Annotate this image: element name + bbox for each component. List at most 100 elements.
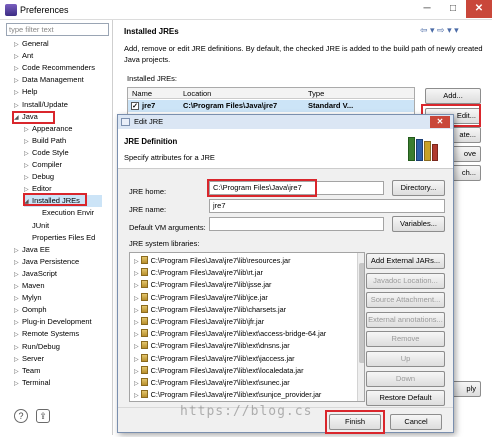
libraries-label: JRE system libraries: bbox=[129, 239, 200, 248]
watermark: https://blog.cs bbox=[180, 404, 313, 419]
library-item[interactable]: ▷ C:\Program Files\Java\jre7\lib\rt.jar bbox=[134, 267, 263, 279]
tree-item[interactable]: Properties Files Ed bbox=[24, 232, 95, 244]
tree-item-label: General bbox=[22, 39, 49, 48]
column-location[interactable]: Location bbox=[183, 89, 211, 98]
library-item[interactable]: ▷ C:\Program Files\Java\jre7\lib\ext\sunj… bbox=[134, 389, 321, 401]
tree-item[interactable]: ▷ Run/Debug bbox=[14, 341, 60, 353]
tree-item[interactable]: ▷ Plug-in Development bbox=[14, 316, 92, 328]
library-item[interactable]: ▷ C:\Program Files\Java\jre7\lib\ext\loca… bbox=[134, 365, 304, 377]
tree-item[interactable]: ▷ Terminal bbox=[14, 377, 50, 389]
tree-item-label: JUnit bbox=[32, 220, 50, 230]
expand-toggle-icon[interactable]: ▷ bbox=[134, 393, 139, 399]
import-icon[interactable]: ⇪ bbox=[36, 409, 50, 423]
tree-item[interactable]: ▷ Compiler bbox=[24, 159, 62, 171]
tree-item-label: Maven bbox=[22, 281, 45, 290]
library-item[interactable]: ▷ C:\Program Files\Java\jre7\lib\jsse.jar bbox=[134, 279, 271, 291]
nav-arrows-icon[interactable]: ⇦ ▾ ⇨ ▾ ▾ bbox=[420, 25, 459, 36]
expand-toggle-icon[interactable]: ▷ bbox=[134, 271, 139, 277]
tree-item[interactable]: ▷ Install/Update bbox=[14, 99, 68, 111]
row-name: jre7 bbox=[142, 101, 156, 110]
tree-item[interactable]: ▷ Code Recommenders bbox=[14, 62, 95, 74]
filter-input[interactable]: type filter text bbox=[6, 23, 109, 36]
tree-item-label: Data Management bbox=[22, 75, 84, 85]
directory-button[interactable]: Directory... bbox=[392, 180, 445, 196]
library-item[interactable]: ▷ C:\Program Files\Java\jre7\lib\ext\acce… bbox=[134, 328, 326, 340]
library-item[interactable]: ▷ C:\Program Files\Java\jre7\lib\jce.jar bbox=[134, 292, 268, 304]
expand-toggle-icon[interactable]: ▷ bbox=[134, 283, 139, 289]
expand-toggle-icon[interactable]: ▷ bbox=[134, 357, 139, 363]
tree-item[interactable]: ▷ Help bbox=[14, 86, 37, 98]
tree-item[interactable]: ▷ Ant bbox=[14, 50, 33, 62]
source-attachment-button[interactable]: Source Attachment... bbox=[366, 292, 445, 309]
tree-item[interactable]: ▷ Appearance bbox=[24, 123, 72, 135]
highlight-java bbox=[12, 111, 55, 124]
tree-item[interactable]: ▷ Team bbox=[14, 365, 40, 377]
expand-toggle-icon[interactable]: ▷ bbox=[134, 344, 139, 350]
expand-toggle-icon[interactable]: ▷ bbox=[134, 320, 139, 326]
column-type[interactable]: Type bbox=[308, 89, 324, 98]
table-header: Name Location Type bbox=[128, 88, 414, 99]
tree-item[interactable]: ▷ Data Management bbox=[14, 74, 84, 86]
column-name[interactable]: Name bbox=[132, 89, 152, 98]
jre-name-input[interactable]: jre7 bbox=[209, 199, 445, 213]
tree-item[interactable]: ▷ Java EE bbox=[14, 244, 50, 256]
add-external-jars-button[interactable]: Add External JARs... bbox=[366, 253, 445, 269]
tree-item[interactable]: ▷ Mylyn bbox=[14, 292, 42, 304]
tree-item[interactable]: ▷ Code Style bbox=[24, 147, 69, 159]
default-checkbox[interactable]: ✓ bbox=[131, 102, 139, 110]
library-item[interactable]: ▷ C:\Program Files\Java\jre7\lib\charsets… bbox=[134, 304, 286, 316]
library-item[interactable]: ▷ C:\Program Files\Java\jre7\lib\ext\jacc… bbox=[134, 353, 295, 365]
expand-toggle-icon[interactable]: ▷ bbox=[134, 259, 139, 265]
tree-item[interactable]: ▷ Build Path bbox=[24, 135, 66, 147]
up-button[interactable]: Up bbox=[366, 351, 445, 367]
jar-icon bbox=[140, 268, 148, 277]
javadoc-location-button[interactable]: Javadoc Location... bbox=[366, 272, 445, 289]
library-path: C:\Program Files\Java\jre7\lib\jce.jar bbox=[150, 292, 268, 302]
library-item[interactable]: ▷ C:\Program Files\Java\jre7\lib\ext\dnsn… bbox=[134, 340, 290, 352]
tree-item[interactable]: ▷ Java Persistence bbox=[14, 256, 79, 268]
dialog-close-button[interactable]: ✕ bbox=[430, 116, 450, 128]
tree-item[interactable]: ▷ General bbox=[14, 38, 49, 50]
tree-item[interactable]: ▷ Server bbox=[14, 353, 44, 365]
expand-toggle-icon[interactable]: ▷ bbox=[134, 381, 139, 387]
tree-item[interactable]: ▷ Maven bbox=[14, 280, 45, 292]
tree-item[interactable]: ▷ Debug bbox=[24, 171, 54, 183]
library-item[interactable]: ▷ C:\Program Files\Java\jre7\lib\resource… bbox=[134, 255, 291, 267]
library-item[interactable]: ▷ C:\Program Files\Java\jre7\lib\ext\sune… bbox=[134, 377, 290, 389]
library-path: C:\Program Files\Java\jre7\lib\ext\jacce… bbox=[150, 353, 295, 363]
libraries-list[interactable]: ▷ C:\Program Files\Java\jre7\lib\resource… bbox=[129, 252, 365, 402]
expand-toggle-icon[interactable]: ▷ bbox=[134, 308, 139, 314]
help-icon[interactable]: ? bbox=[14, 409, 28, 423]
tree-item[interactable]: JUnit bbox=[24, 220, 49, 232]
library-item[interactable]: ▷ C:\Program Files\Java\jre7\lib\jfr.jar bbox=[134, 316, 264, 328]
minimize-button[interactable]: ─ bbox=[414, 0, 440, 18]
tree-item[interactable]: Execution Envir bbox=[34, 207, 94, 219]
tree-item[interactable]: ▷ Remote Systems bbox=[14, 328, 79, 340]
table-row[interactable]: ✓ jre7 C:\Program Files\Java\jre7 Standa… bbox=[128, 100, 414, 112]
jar-icon bbox=[140, 304, 148, 313]
expand-toggle-icon[interactable]: ▷ bbox=[134, 296, 139, 302]
tree-item-label: Java EE bbox=[22, 244, 50, 254]
tree-item[interactable]: ▷ JavaScript bbox=[14, 268, 57, 280]
close-button[interactable]: ✕ bbox=[466, 0, 492, 18]
tree-item[interactable]: ▷ Oomph bbox=[14, 304, 47, 316]
tree-item-label: Install/Update bbox=[22, 99, 68, 109]
remove-library-button[interactable]: Remove bbox=[366, 331, 445, 348]
cancel-button[interactable]: Cancel bbox=[390, 414, 442, 430]
maximize-button[interactable]: □ bbox=[440, 0, 466, 18]
vm-args-input[interactable] bbox=[209, 217, 384, 231]
variables-button[interactable]: Variables... bbox=[392, 216, 445, 232]
scrollbar-thumb[interactable] bbox=[359, 263, 364, 363]
tree-item-label: Oomph bbox=[22, 305, 47, 315]
tree-item-label: Help bbox=[22, 87, 38, 97]
expand-toggle-icon[interactable]: ▷ bbox=[134, 369, 139, 375]
down-button[interactable]: Down bbox=[366, 370, 445, 387]
libraries-scrollbar[interactable] bbox=[357, 253, 364, 401]
dialog-header-title: JRE Definition bbox=[124, 137, 178, 146]
expand-toggle-icon[interactable]: ▷ bbox=[14, 378, 22, 390]
jar-icon bbox=[140, 317, 148, 325]
external-annotations-button[interactable]: External annotations... bbox=[366, 311, 445, 328]
add-jre-button[interactable]: Add... bbox=[425, 88, 481, 104]
expand-toggle-icon[interactable]: ▷ bbox=[134, 332, 139, 338]
restore-default-button[interactable]: Restore Default bbox=[366, 390, 445, 407]
